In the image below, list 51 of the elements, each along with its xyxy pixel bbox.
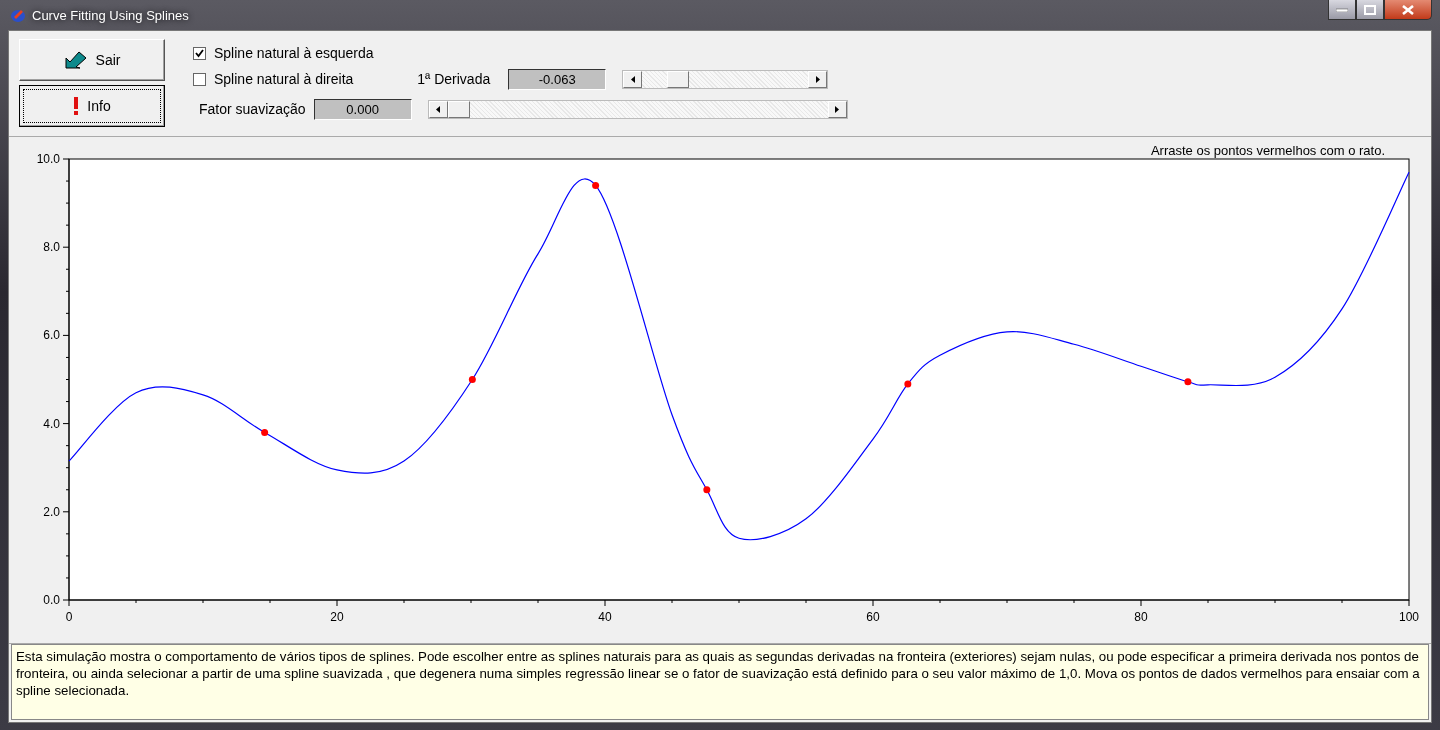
maximize-button[interactable] [1356, 0, 1384, 20]
y-tick-label: 4.0 [43, 416, 60, 431]
scroll-right-button[interactable] [827, 100, 847, 118]
data-point[interactable] [1184, 378, 1192, 386]
left-arrow-icon [436, 105, 441, 113]
close-button[interactable] [1384, 0, 1432, 20]
derivative-value: -0.063 [508, 68, 607, 90]
data-point[interactable] [904, 380, 912, 388]
x-tick-label: 0 [65, 610, 73, 624]
smoothing-value: 0.000 [313, 98, 412, 120]
arrow-icon [63, 50, 88, 70]
checkbox[interactable]: Spline natural à direita [193, 71, 354, 87]
y-tick-label: 8.0 [43, 240, 60, 255]
x-tick-label: 60 [866, 610, 880, 624]
x-tick-label: 80 [1134, 610, 1148, 624]
chart-hint: Arraste os pontos vermelhos com o rato. [1150, 143, 1385, 158]
exit-button[interactable]: Sair [19, 39, 165, 81]
checkmark-icon [195, 48, 204, 58]
derivative-scrollbar[interactable] [622, 69, 829, 89]
checkbox[interactable]: Spline natural à esquerda [193, 45, 374, 61]
x-tick-label: 20 [330, 610, 344, 624]
derivative-label: 1ª Derivada [417, 71, 491, 87]
exclamation-icon [73, 97, 80, 115]
data-point[interactable] [592, 181, 600, 189]
data-point[interactable] [468, 376, 476, 383]
minimize-button[interactable] [1328, 0, 1356, 20]
window-title: Curve Fitting Using Splines [32, 7, 189, 23]
x-tick-label: 40 [598, 610, 612, 624]
scroll-right-button[interactable] [808, 70, 828, 88]
data-point[interactable] [261, 428, 269, 436]
scroll-left-button[interactable] [428, 100, 448, 118]
y-tick-label: 0.0 [43, 593, 60, 607]
smoothing-scrollbar[interactable] [427, 99, 848, 119]
data-point[interactable] [703, 486, 711, 494]
left-arrow-icon [630, 75, 635, 83]
y-tick-label: 10.0 [36, 152, 60, 166]
info-button[interactable]: Info [19, 85, 165, 127]
app-icon [10, 7, 26, 23]
right-arrow-icon [815, 75, 820, 83]
minimize-icon [1336, 7, 1348, 12]
y-tick-label: 6.0 [43, 328, 60, 343]
maximize-icon [1364, 4, 1376, 15]
x-tick-label: 100 [1399, 610, 1419, 624]
scroll-left-button[interactable] [623, 70, 643, 88]
scrollbar-thumb[interactable] [447, 100, 470, 118]
close-icon [1401, 4, 1415, 15]
scrollbar-thumb[interactable] [666, 70, 689, 88]
y-tick-label: 2.0 [43, 504, 60, 519]
description-text: Esta simulação mostra o comportamento de vários tipos de splines. Pode escolher entre as splines naturais para as quais as segundas derivadas na fronteira (exteriores) sejam nulas, ou pode especificar a primeira derivada nos pontos de fronteira, ou ainda selecionar a partir de uma spline suavizada , que degenera numa simples regressão linear se o fator de suavização está definido para o seu valor máximo de 1,0. Mova os pontos de dados vermelhos para ensaiar com a spline selecionada. [16, 648, 1421, 699]
right-arrow-icon [835, 105, 840, 113]
smoothing-label: Fator suavização [199, 101, 306, 117]
